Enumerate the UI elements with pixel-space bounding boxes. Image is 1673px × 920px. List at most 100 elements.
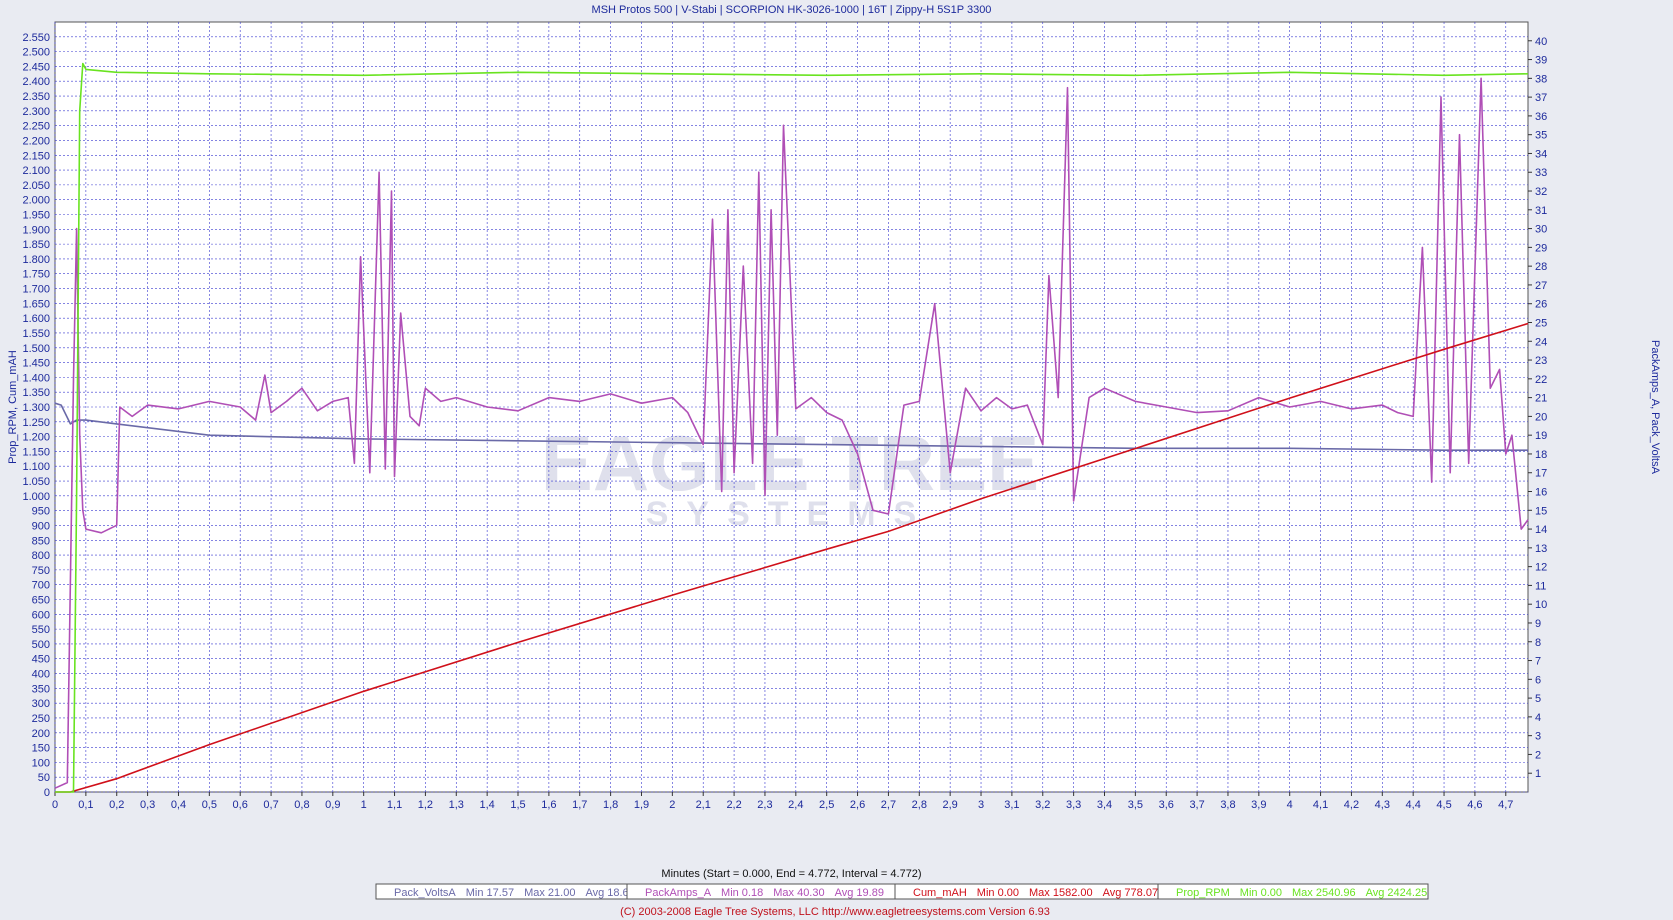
x-tick-label: 1,7 bbox=[572, 799, 587, 811]
y-left-tick-label: 750 bbox=[32, 565, 50, 577]
y-right-tick-label: 29 bbox=[1535, 242, 1547, 254]
y-left-tick-label: 850 bbox=[32, 535, 50, 547]
x-tick-label: 4 bbox=[1287, 799, 1293, 811]
y-right-tick-label: 26 bbox=[1535, 299, 1547, 311]
y-left-tick-label: 300 bbox=[32, 698, 50, 710]
x-tick-label: 2,9 bbox=[943, 799, 958, 811]
y-left-tick-label: 600 bbox=[32, 609, 50, 621]
y-left-tick-label: 1.900 bbox=[22, 224, 50, 236]
legend-value: Cum_mAH bbox=[913, 887, 967, 899]
y-left-tick-label: 1.500 bbox=[22, 343, 50, 355]
legend-value: Min 0.00 bbox=[977, 887, 1019, 899]
y-left-tick-label: 2.100 bbox=[22, 165, 50, 177]
y-left-tick-label: 50 bbox=[38, 772, 50, 784]
legend-value: Min 17.57 bbox=[466, 887, 514, 899]
y-left-tick-label: 500 bbox=[32, 639, 50, 651]
legend: Pack_VoltsA Min 17.57 Max 21.00 Avg 18.66 Pa… bbox=[375, 883, 1429, 900]
y-left-tick-label: 1.800 bbox=[22, 254, 50, 266]
y-axis-left: 0 50 100 150 200 250 300 350 400 450 500 550 600 650 7… bbox=[22, 32, 50, 799]
x-tick-label: 1,2 bbox=[418, 799, 433, 811]
x-tick-label: 3 bbox=[978, 799, 984, 811]
x-tick-label: 4,4 bbox=[1406, 799, 1421, 811]
y-right-tick-label: 40 bbox=[1535, 36, 1547, 48]
y-left-tick-label: 1.550 bbox=[22, 328, 50, 340]
x-axis-label: Minutes (Start = 0.000, End = 4.772, Int… bbox=[661, 868, 921, 880]
x-tick-label: 2,1 bbox=[696, 799, 711, 811]
x-tick-label: 1,8 bbox=[603, 799, 618, 811]
x-tick-label: 4,2 bbox=[1344, 799, 1359, 811]
legend-value: Max 2540.96 bbox=[1292, 887, 1356, 899]
x-tick-label: 4,7 bbox=[1498, 799, 1513, 811]
y-left-tick-label: 2.050 bbox=[22, 180, 50, 192]
chart: MSH Protos 500 | V-Stabi | SCORPION HK-3… bbox=[7, 4, 1661, 918]
x-tick-label: 1 bbox=[361, 799, 367, 811]
legend-value: Avg 2424.25 bbox=[1366, 887, 1428, 899]
x-tick-label: 2,3 bbox=[757, 799, 772, 811]
x-tick-label: 0,3 bbox=[140, 799, 155, 811]
y-left-tick-label: 1.650 bbox=[22, 298, 50, 310]
y-right-tick-label: 20 bbox=[1535, 411, 1547, 423]
x-tick-label: 0,2 bbox=[109, 799, 124, 811]
y-right-tick-label: 22 bbox=[1535, 374, 1547, 386]
y-left-tick-label: 550 bbox=[32, 624, 50, 636]
x-tick-label: 3,1 bbox=[1004, 799, 1019, 811]
y-right-tick-label: 11 bbox=[1535, 580, 1546, 592]
chart-title: MSH Protos 500 | V-Stabi | SCORPION HK-3… bbox=[592, 4, 992, 16]
y-left-tick-label: 700 bbox=[32, 580, 50, 592]
y-left-tick-label: 2.250 bbox=[22, 121, 50, 133]
x-tick-label: 3,6 bbox=[1159, 799, 1174, 811]
y-axis-right-label: PackAmps_A, Pack_VoltsA bbox=[1649, 340, 1661, 475]
y-right-tick-label: 30 bbox=[1535, 224, 1547, 236]
y-right-tick-label: 33 bbox=[1535, 167, 1547, 179]
y-left-tick-label: 1.850 bbox=[22, 239, 50, 251]
y-left-tick-label: 2.300 bbox=[22, 106, 50, 118]
y-right-tick-label: 15 bbox=[1535, 505, 1547, 517]
x-tick-label: 4,5 bbox=[1436, 799, 1451, 811]
y-left-tick-label: 1.450 bbox=[22, 358, 50, 370]
y-right-tick-label: 17 bbox=[1535, 468, 1547, 480]
x-tick-label: 3,2 bbox=[1035, 799, 1050, 811]
y-left-tick-label: 150 bbox=[32, 743, 50, 755]
y-right-tick-label: 12 bbox=[1535, 562, 1547, 574]
y-left-tick-label: 1.950 bbox=[22, 210, 50, 222]
y-left-tick-label: 1.300 bbox=[22, 402, 50, 414]
y-left-tick-label: 800 bbox=[32, 550, 50, 562]
x-tick-label: 2,5 bbox=[819, 799, 834, 811]
legend-entry-packamps-a: PackAmps_A Min 0.18 Max 40.30 Avg 19.89 bbox=[626, 883, 896, 900]
x-tick-label: 1,1 bbox=[387, 799, 402, 811]
legend-value: Prop_RPM bbox=[1176, 887, 1230, 899]
y-left-tick-label: 2.200 bbox=[22, 135, 50, 147]
x-tick-label: 2,8 bbox=[912, 799, 927, 811]
legend-value: Max 40.30 bbox=[773, 887, 824, 899]
y-right-tick-label: 24 bbox=[1535, 336, 1547, 348]
y-right-tick-label: 3 bbox=[1535, 731, 1541, 743]
y-right-tick-label: 21 bbox=[1535, 393, 1547, 405]
y-right-tick-label: 37 bbox=[1535, 92, 1547, 104]
x-tick-label: 0 bbox=[52, 799, 58, 811]
y-left-tick-label: 900 bbox=[32, 520, 50, 532]
y-right-tick-label: 27 bbox=[1535, 280, 1547, 292]
x-tick-label: 0,8 bbox=[294, 799, 309, 811]
x-tick-label: 3,7 bbox=[1189, 799, 1204, 811]
legend-value: PackAmps_A bbox=[645, 887, 712, 899]
y-right-tick-label: 5 bbox=[1535, 693, 1541, 705]
x-tick-label: 3,9 bbox=[1251, 799, 1266, 811]
x-tick-label: 4,1 bbox=[1313, 799, 1328, 811]
y-left-tick-label: 2.350 bbox=[22, 91, 50, 103]
x-tick-label: 1,3 bbox=[449, 799, 464, 811]
y-right-tick-label: 16 bbox=[1535, 487, 1547, 499]
y-left-tick-label: 2.500 bbox=[22, 47, 50, 59]
y-right-tick-label: 8 bbox=[1535, 637, 1541, 649]
x-tick-label: 1,9 bbox=[634, 799, 649, 811]
x-tick-label: 2,6 bbox=[850, 799, 865, 811]
y-left-tick-label: 1.700 bbox=[22, 284, 50, 296]
y-left-tick-label: 1.050 bbox=[22, 476, 50, 488]
legend-value: Min 0.18 bbox=[721, 887, 763, 899]
y-right-tick-label: 39 bbox=[1535, 55, 1547, 67]
y-right-tick-label: 36 bbox=[1535, 111, 1547, 123]
x-tick-label: 3,4 bbox=[1097, 799, 1112, 811]
x-tick-label: 3,5 bbox=[1128, 799, 1143, 811]
y-left-tick-label: 450 bbox=[32, 654, 50, 666]
y-right-tick-label: 19 bbox=[1535, 430, 1547, 442]
legend-entry-cum-mah: Cum_mAH Min 0.00 Max 1582.00 Avg 778.07 bbox=[894, 883, 1159, 900]
